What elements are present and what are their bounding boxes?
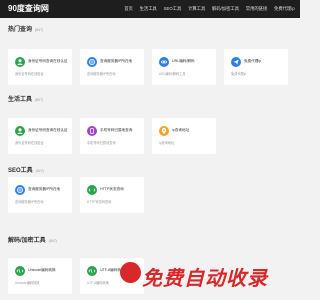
location-icon <box>159 126 169 136</box>
tool-card[interactable]: 手机号码归属地查询 手机号码归属地查询 <box>80 118 144 154</box>
tool-card-name: 查询服务器IP所在地 <box>100 59 133 63</box>
tool-card-desc: 查询服务器IP所在地 <box>87 72 116 76</box>
link-icon <box>159 57 169 67</box>
globe-icon <box>15 185 25 195</box>
tool-card-name: ip查询地址 <box>172 128 190 132</box>
nav-life-tools[interactable]: 生活工具 <box>136 0 160 18</box>
section-title-text: 热门查询 <box>8 27 33 33</box>
section-title-text: 生活工具 <box>8 97 33 103</box>
tool-card-desc: 身份证号码在线验证 <box>15 72 44 76</box>
tool-card[interactable]: ip查询地址 ip查询地址 <box>152 118 216 154</box>
nav-home[interactable]: 首页 <box>121 0 136 18</box>
nav-encode-tools[interactable]: 解码/加密工具 <box>209 0 243 18</box>
tool-card-name: URL编码/解码 <box>172 59 195 63</box>
tool-card[interactable]: 查询服务器IP所在地 查询服务器IP所在地 <box>8 177 72 213</box>
tool-card-desc: UTF-8编码转换 <box>87 281 109 285</box>
nav-calc-tools[interactable]: 计算工具 <box>185 0 209 18</box>
tool-card[interactable]: Unicode编码转换 Unicode编码转换 <box>8 258 72 294</box>
tool-card-name: 身份证号码查询在线认证 <box>28 128 68 132</box>
top-navbar: 90度查询网 首页 生活工具 SEO工具 计算工具 解码/加密工具 常用的链接 … <box>0 0 300 18</box>
person-icon <box>15 57 25 67</box>
tool-card-desc: 查询服务器IP所在地 <box>15 200 44 204</box>
site-logo[interactable]: 90度查询网 <box>8 3 49 15</box>
tool-card-name: 身份证号码查询在线认证 <box>28 59 68 63</box>
section-title-encode: 解码/加密工具 (847) <box>8 237 57 246</box>
section-count: (847) <box>48 239 57 243</box>
tool-card-name: Unicode编码转换 <box>28 268 56 272</box>
nav-free-proxy[interactable]: 免费代理ip <box>271 0 298 18</box>
tool-card-desc: 免费代理ip <box>231 72 247 76</box>
watermark-logo-icon <box>120 262 141 283</box>
tool-card-name: 手机号码归属地查询 <box>100 128 133 132</box>
code-icon <box>87 266 97 276</box>
tool-card-desc: Unicode编码转换 <box>15 281 40 285</box>
person-icon <box>15 126 25 136</box>
nav-seo-tools[interactable]: SEO工具 <box>160 0 184 18</box>
section-count: (827) <box>35 169 44 173</box>
tool-card[interactable]: 身份证号码查询在线认证 身份证号码在线验证 <box>8 118 72 154</box>
tool-card-name: 查询服务器IP所在地 <box>28 187 61 191</box>
section-title-seo: SEO工具 (827) <box>8 167 44 176</box>
http-icon <box>87 185 97 195</box>
tool-card-desc: URL编码/解码工具 <box>159 72 186 76</box>
watermark-text: 免费自动收录 <box>142 266 268 290</box>
section-count: (847) <box>35 28 44 32</box>
phone-icon <box>87 126 97 136</box>
nav-common-links[interactable]: 常用的链接 <box>242 0 270 18</box>
tool-card[interactable]: 身份证号码查询在线认证 身份证号码在线验证 <box>8 49 72 85</box>
send-icon <box>231 57 241 67</box>
tool-card-name: HTTP状态查询 <box>100 187 124 191</box>
code-icon <box>15 266 25 276</box>
section-title-life: 生活工具 (807) <box>8 96 43 105</box>
tool-card[interactable]: URL编码/解码 URL编码/解码工具 <box>152 49 216 85</box>
tool-card-desc: ip查询地址 <box>159 141 175 145</box>
tool-card-desc: 身份证号码在线验证 <box>15 141 44 145</box>
section-title-text: SEO工具 <box>8 168 33 174</box>
section-title-text: 解码/加密工具 <box>8 238 46 244</box>
tool-card[interactable]: HTTP状态查询 HTTP状态码查询 <box>80 177 144 213</box>
tool-card-desc: 手机号码归属地查询 <box>87 141 116 145</box>
section-count: (807) <box>35 98 44 102</box>
tool-card-desc: HTTP状态码查询 <box>87 200 112 204</box>
section-title-hot: 热门查询 (847) <box>8 26 43 35</box>
tool-card-name: 免费代理ip <box>244 59 262 63</box>
main-nav: 首页 生活工具 SEO工具 计算工具 解码/加密工具 常用的链接 免费代理ip <box>121 0 298 18</box>
tool-card[interactable]: 查询服务器IP所在地 查询服务器IP所在地 <box>80 49 144 85</box>
tool-card[interactable]: 免费代理ip 免费代理ip <box>224 49 288 85</box>
globe-icon <box>87 57 97 67</box>
